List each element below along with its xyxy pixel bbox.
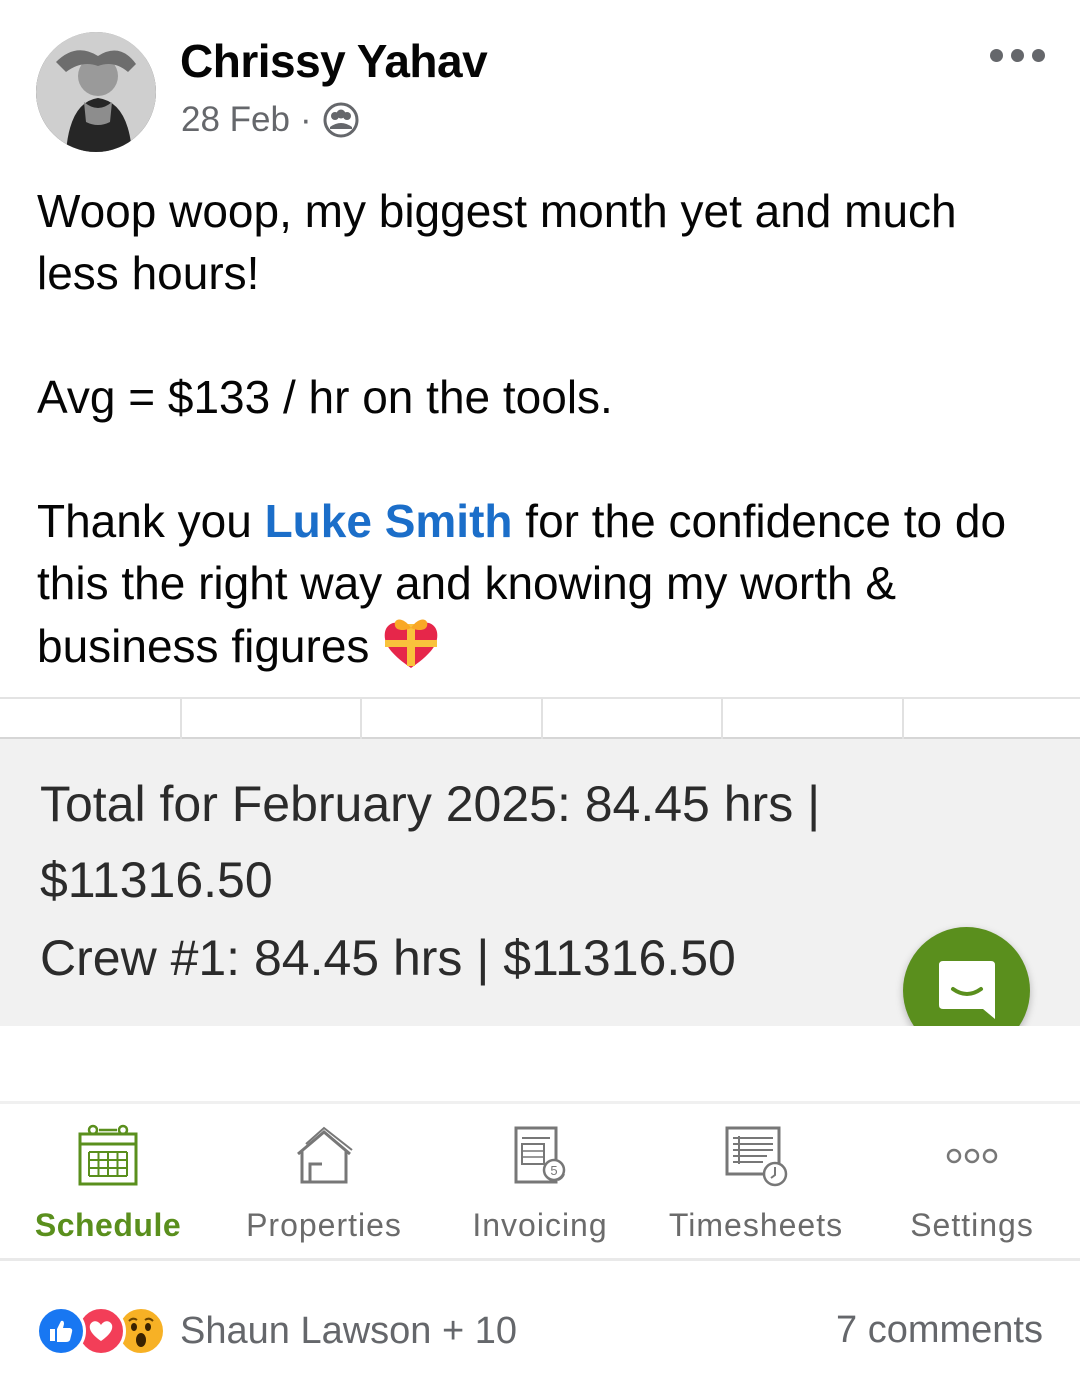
tab-timesheets[interactable]: Timesheets (648, 1104, 864, 1264)
summary-total-line: Total for February 2025: 84.45 hrs | (40, 776, 821, 832)
tab-label: Settings (910, 1207, 1034, 1243)
more-dot-icon (990, 48, 1003, 62)
tab-schedule[interactable]: Schedule (0, 1104, 216, 1264)
screenshot-spacer (0, 1026, 1080, 1101)
tab-label: Timesheets (668, 1207, 844, 1243)
tab-label: Properties (246, 1207, 402, 1243)
timesheet-icon (723, 1124, 789, 1193)
summary-crew-line: Crew #1: 84.45 hrs | $11316.50 (40, 930, 736, 986)
author-name[interactable]: Chrissy Yahav (180, 34, 488, 88)
chat-bubble-icon (939, 961, 995, 1019)
summary-total-amount: $11316.50 (40, 852, 273, 908)
tab-label: Schedule (34, 1207, 182, 1243)
more-options-button[interactable] (990, 40, 1050, 70)
tab-invoicing[interactable]: 5 Invoicing (432, 1104, 648, 1264)
post-text-line2: Avg = $133 / hr on the tools. (37, 371, 613, 423)
tab-settings[interactable]: Settings (864, 1104, 1080, 1264)
meta-separator: · (299, 100, 312, 139)
group-icon (322, 101, 360, 139)
tab-properties[interactable]: Properties (216, 1104, 432, 1264)
more-dot-icon (1032, 48, 1045, 62)
post-date[interactable]: 28 Feb (181, 100, 290, 140)
reactions-summary[interactable]: Shaun Lawson + 10 (36, 1306, 517, 1356)
post-text-line3: Thank you Luke Smith for the confidence … (37, 490, 1047, 677)
text-before-mention: Thank you (37, 495, 265, 547)
bottom-tab-bar: Schedule Properties 5 Invoicing Timeshee… (0, 1101, 1080, 1261)
svg-text:5: 5 (550, 1163, 557, 1178)
calendar-icon (77, 1124, 139, 1193)
mention-link[interactable]: Luke Smith (265, 495, 513, 547)
heart-with-ribbon-emoji (381, 614, 441, 674)
post-meta: 28 Feb · (181, 100, 360, 140)
invoice-icon: 5 (508, 1124, 572, 1193)
table-header-strip (0, 697, 1080, 739)
author-avatar[interactable] (36, 32, 156, 152)
like-icon (36, 1306, 86, 1356)
facebook-post: Chrissy Yahav 28 Feb · Woop woop, my big… (0, 0, 1080, 1385)
more-dots-icon (940, 1124, 1004, 1193)
tab-label: Invoicing (472, 1207, 608, 1243)
comments-count[interactable]: 7 comments (836, 1309, 1043, 1352)
post-text: Woop woop, my biggest month yet and much… (37, 180, 1047, 677)
post-text-line1: Woop woop, my biggest month yet and much… (37, 185, 957, 299)
reactions-text: Shaun Lawson + 10 (180, 1309, 517, 1352)
more-dot-icon (1011, 48, 1024, 62)
house-icon (292, 1124, 356, 1193)
